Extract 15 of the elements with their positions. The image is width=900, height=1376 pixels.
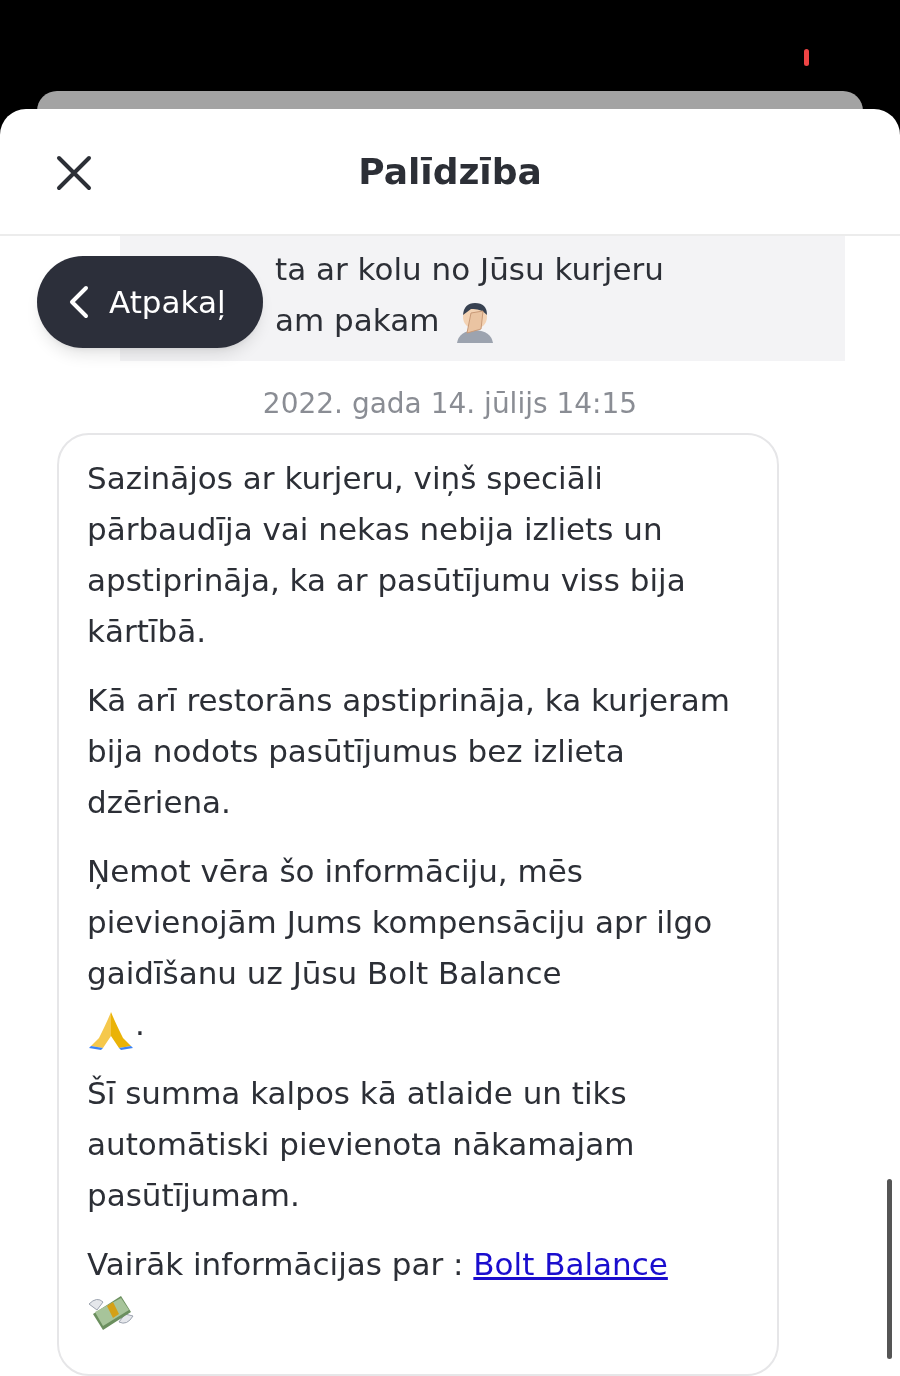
header-title: Palīdzība	[358, 149, 542, 194]
close-icon	[56, 155, 92, 191]
back-button[interactable]: Atpakaļ	[37, 256, 263, 348]
message-paragraph: Ņemot vēra šo informāciju, mēs pievienojām Jums kompensāciju apr ilgo gaidīšanu uz Jūsu Bolt Balance	[87, 852, 714, 993]
message-text: am pakam	[275, 301, 440, 340]
message-text: Vairāk informācijas par :	[87, 1246, 464, 1282]
message-paragraph: Sazinājos ar kurjeru, viņš speciāli pārbaudīja vai nekas nebija izliets un apstiprināja, ka ar pasūtījumu viss bija kārtībā.	[87, 459, 687, 651]
recording-indicator-icon	[804, 49, 809, 66]
period-text: .	[135, 1005, 145, 1044]
bolt-balance-link[interactable]: Bolt Balance	[473, 1246, 668, 1282]
message-paragraph: Kā arī restorāns apstiprināja, ka kurjeram bija nodots pasūtījumus bez izlieta dzēriena.	[87, 681, 732, 822]
timestamp: 2022. gada 14. jūlijs 14:15	[262, 386, 638, 422]
chevron-left-icon	[69, 285, 89, 319]
message-text: ta ar kolu no Jūsu kurjeru	[275, 250, 665, 289]
message-paragraph: Šī summa kalpos kā atlaide un tiks automātiski pievienota nākamajam pasūtījumam.	[87, 1074, 636, 1215]
